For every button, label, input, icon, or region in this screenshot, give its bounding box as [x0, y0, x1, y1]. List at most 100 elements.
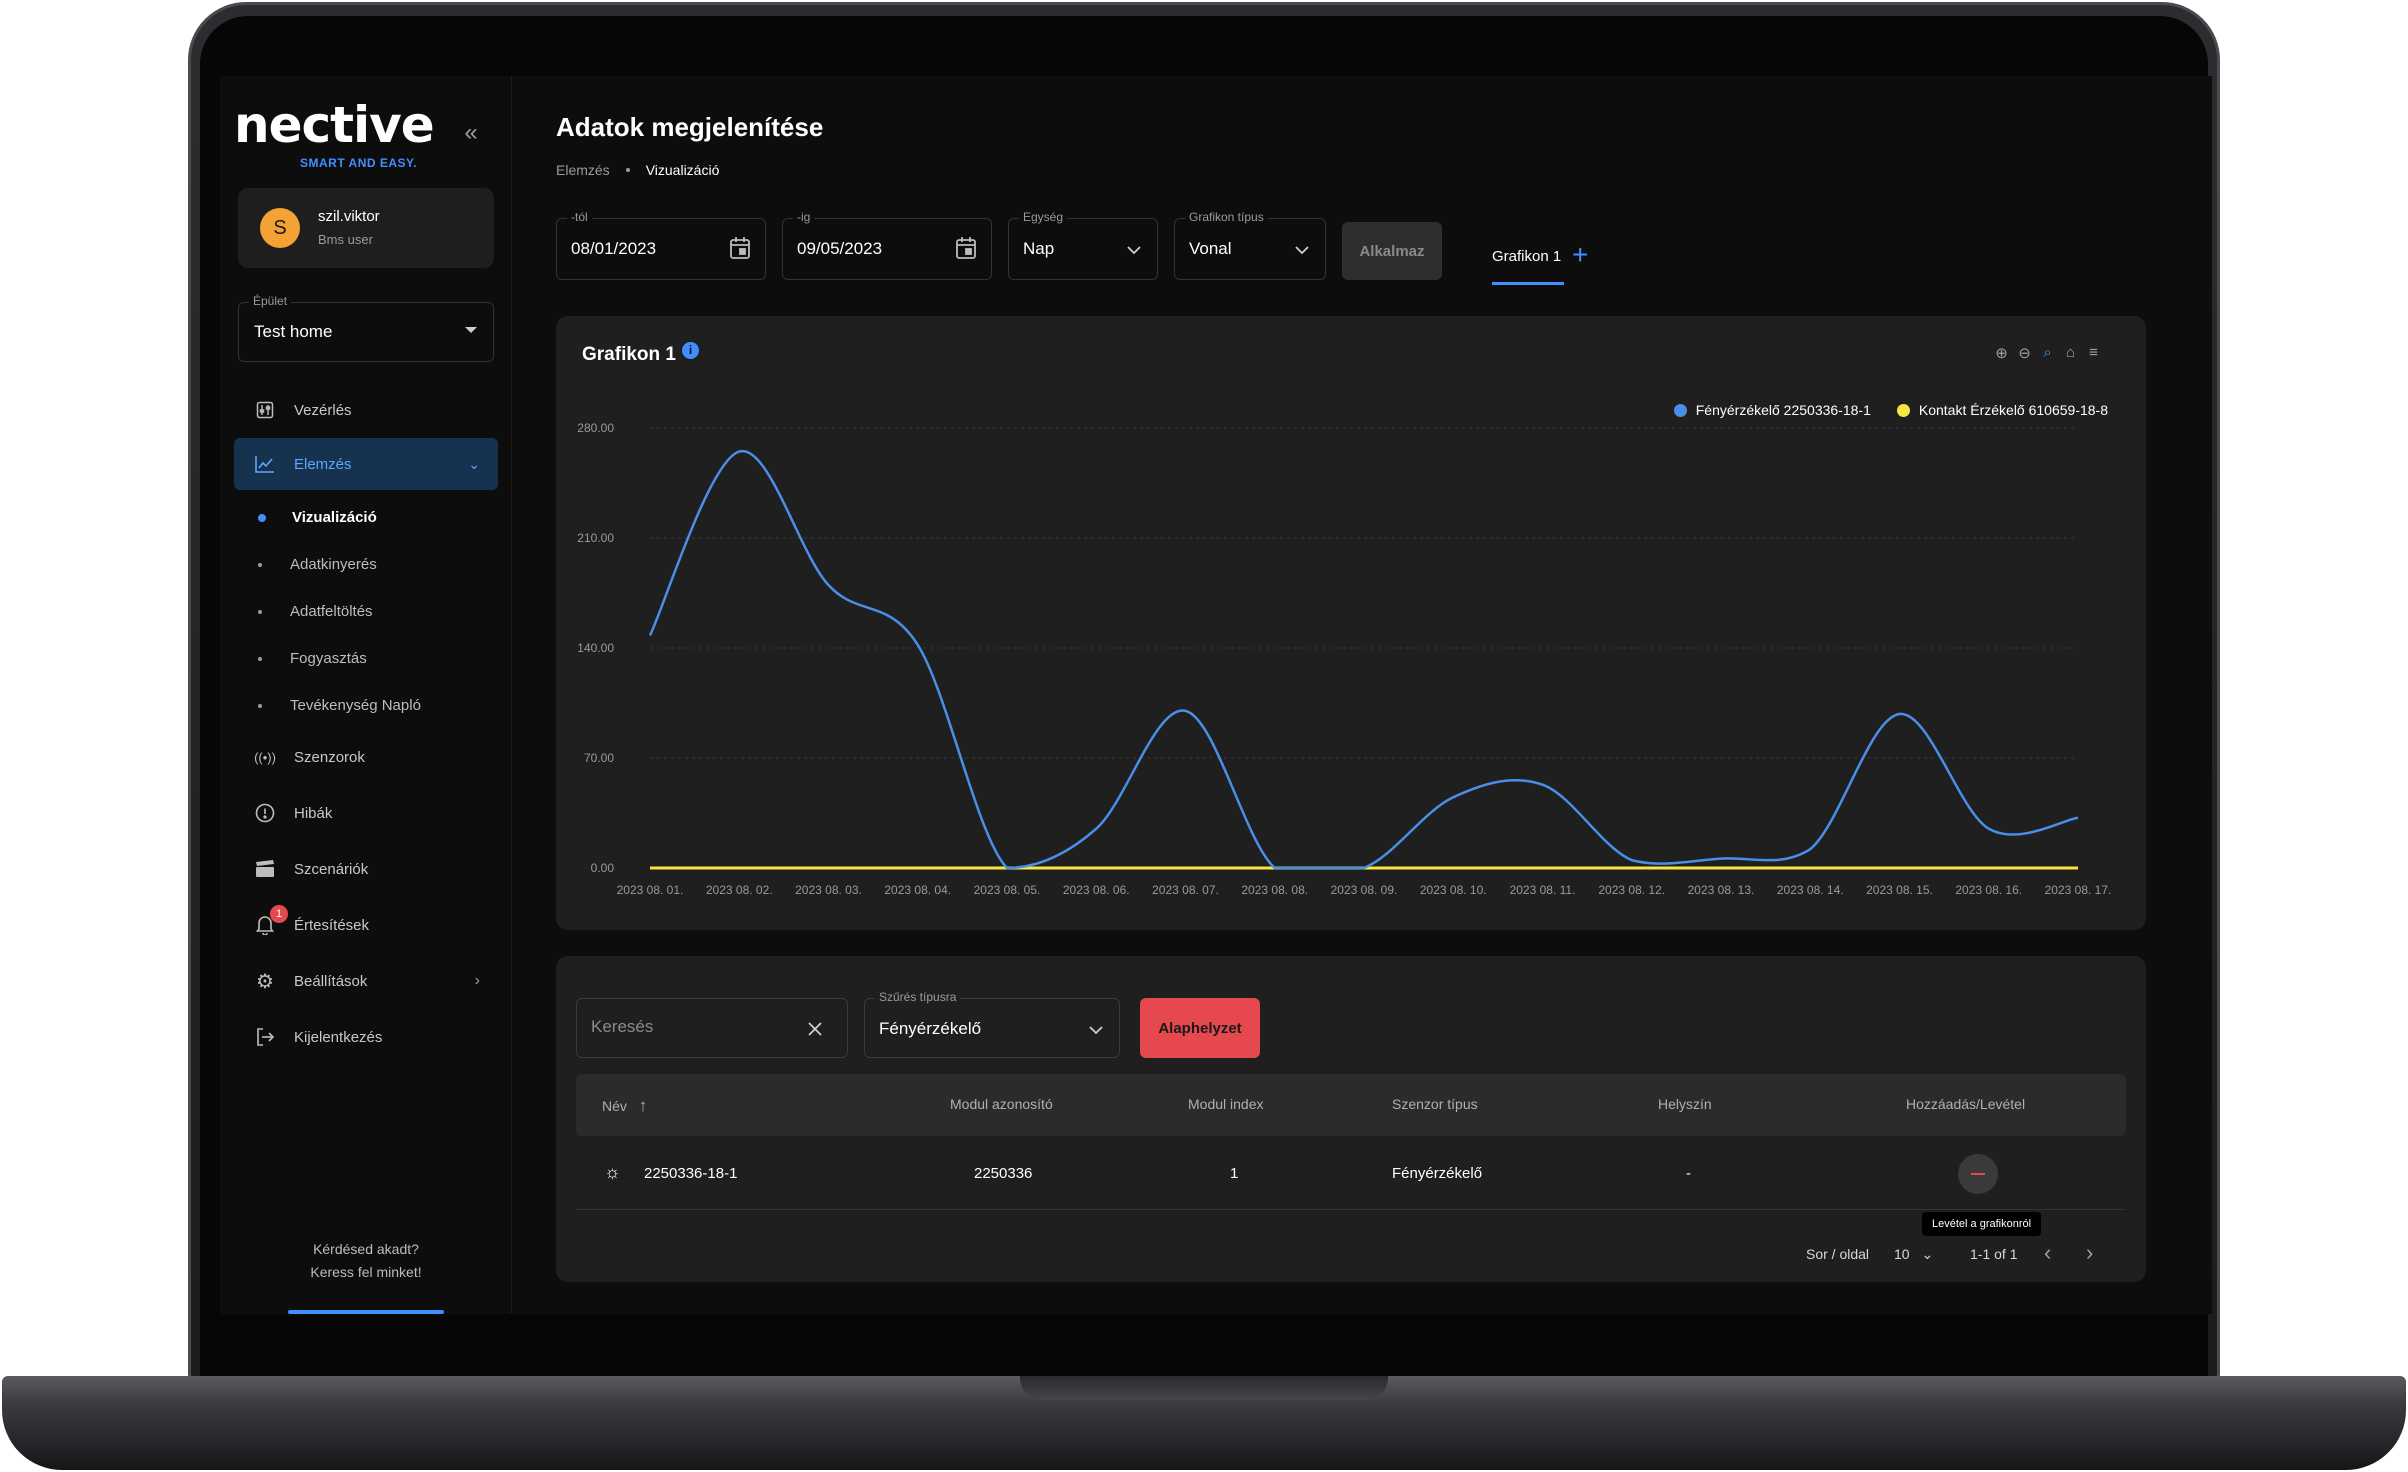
sidebar-item-kijelentkezes[interactable]: Kijelentkezés [234, 1009, 498, 1065]
logo[interactable]: nective SMART AND EASY. [234, 96, 435, 170]
double-chevron-left-icon: « [464, 119, 478, 146]
bullet-dot [258, 656, 262, 661]
page-range: 1-1 of 1 [1970, 1246, 2018, 1262]
chart-type-value: Vonal [1189, 239, 1232, 258]
bullet-dot [258, 703, 262, 708]
rows-per-page-select[interactable]: 10 ⌄ [1894, 1246, 1933, 1263]
prev-page-button[interactable]: ‹ [2044, 1240, 2051, 1266]
calendar-icon[interactable] [955, 236, 977, 260]
type-filter-value: Fényérzékelő [879, 1019, 982, 1038]
add-tab-button[interactable]: + [1572, 238, 1588, 272]
sidebar-item-szenzorok[interactable]: ((•)) Szenzorok [234, 729, 498, 785]
notification-badge: 1 [270, 905, 288, 923]
collapse-sidebar-button[interactable]: « [456, 118, 486, 148]
unit-value: Nap [1023, 239, 1055, 258]
x-tick-label: 2023 08. 03. [795, 883, 862, 897]
building-value: Test home [254, 322, 333, 341]
sort-ascending-icon: ↑ [638, 1096, 648, 1115]
x-tick-label: 2023 08. 14. [1777, 883, 1844, 897]
clapper-icon [254, 858, 276, 880]
sidebar-subitem-fogyasztas[interactable]: Fogyasztás [234, 635, 498, 682]
sidebar: nective SMART AND EASY. « S szil.viktor … [220, 76, 512, 1314]
x-tick-label: 2023 08. 15. [1866, 883, 1933, 897]
remove-from-chart-button[interactable] [1958, 1154, 1998, 1194]
breadcrumb-separator [625, 168, 630, 172]
sidebar-item-beallitasok[interactable]: ⚙ Beállítások › [234, 953, 498, 1009]
building-select[interactable]: Épület Test home [238, 294, 494, 362]
column-header-name[interactable]: Név ↑ [602, 1096, 647, 1116]
column-header-label: Név [602, 1098, 627, 1114]
x-tick-label: 2023 08. 09. [1331, 883, 1398, 897]
sidebar-subitem-tevekenyseg-naplo[interactable]: Tevékenység Napló [234, 682, 498, 729]
logo-tagline: SMART AND EASY. [300, 156, 418, 170]
sidebar-subitem-adatkinyeres[interactable]: Adatkinyerés [234, 541, 498, 588]
x-tick-label: 2023 08. 17. [2045, 883, 2112, 897]
column-header-location[interactable]: Helyszín [1658, 1096, 1712, 1112]
close-icon[interactable] [805, 1019, 825, 1039]
tab-active-indicator [1492, 282, 1564, 285]
sidebar-item-ertesitesek[interactable]: 1 Értesítések [234, 897, 498, 953]
sidebar-subitem-vizualizacio[interactable]: Vizualizáció [234, 494, 498, 541]
sidebar-item-label: Szenzorok [294, 748, 365, 766]
sidebar-item-hibak[interactable]: Hibák [234, 785, 498, 841]
y-tick-label: 140.00 [577, 641, 614, 655]
sidebar-subitem-label: Vizualizáció [292, 509, 377, 526]
breadcrumb-item[interactable]: Elemzés [556, 162, 610, 178]
chart-card: Grafikon 1 i ⊕ ⊖ ⌕ ⌂ ≡ Fényérzékelő 2250… [556, 316, 2146, 930]
date-from-value: 08/01/2023 [571, 239, 657, 258]
sidebar-item-label: Beállítások [294, 972, 368, 990]
sidebar-subitem-label: Tevékenység Napló [290, 697, 421, 714]
help-text[interactable]: Kérdésed akadt? Keress fel minket! [220, 1238, 512, 1284]
date-from-field[interactable]: -tól 08/01/2023 [556, 210, 766, 280]
table-row[interactable]: ☼ 2250336-18-1 2250336 1 Fényérzékelő - … [576, 1138, 2126, 1236]
column-header-sensor-type[interactable]: Szenzor típus [1392, 1096, 1478, 1112]
column-header-module-id[interactable]: Modul azonosító [950, 1096, 1053, 1112]
bullet-dot [258, 609, 262, 614]
laptop-notch [1020, 1376, 1388, 1400]
gear-icon: ⚙ [256, 970, 274, 993]
type-filter-select[interactable]: Szűrés típusra Fényérzékelő [864, 990, 1120, 1058]
sidebar-item-vezerles[interactable]: Vezérlés [234, 382, 498, 438]
table-header: Név ↑ Modul azonosító Modul index Szenzo… [576, 1074, 2126, 1136]
calendar-icon[interactable] [729, 236, 751, 260]
active-dot [258, 513, 266, 522]
chevron-down-icon [1125, 241, 1143, 259]
sidebar-item-label: Kijelentkezés [294, 1028, 383, 1046]
chart-type-select[interactable]: Grafikon típus Vonal [1174, 210, 1326, 280]
reset-button[interactable]: Alaphelyzet [1140, 998, 1260, 1058]
y-tick-label: 280.00 [577, 421, 614, 435]
unit-label: Egység [1019, 210, 1068, 224]
chart-line-icon [254, 453, 276, 475]
series-line [648, 450, 2079, 870]
app-screen: nective SMART AND EASY. « S szil.viktor … [220, 76, 2212, 1314]
apply-button[interactable]: Alkalmaz [1342, 222, 1442, 280]
main-content: Adatok megjelenítése Elemzés Vizualizáci… [556, 76, 2196, 1314]
date-to-label: -ig [793, 210, 815, 224]
sidebar-item-szcenariok[interactable]: Szcenáriók [234, 841, 498, 897]
date-to-field[interactable]: -ig 09/05/2023 [782, 210, 992, 280]
chart-type-label: Grafikon típus [1185, 210, 1268, 224]
search-input[interactable] [591, 1015, 791, 1039]
sidebar-subitem-label: Adatfeltöltés [290, 603, 373, 620]
user-card[interactable]: S szil.viktor Bms user [238, 188, 494, 268]
next-page-button[interactable]: › [2086, 1240, 2093, 1266]
column-header-add-remove[interactable]: Hozzáadás/Levétel [1906, 1096, 2025, 1112]
cell-sensor-type: Fényérzékelő [1392, 1165, 1483, 1182]
x-tick-label: 2023 08. 16. [1955, 883, 2022, 897]
sidebar-subitem-adatfeltoltes[interactable]: Adatfeltöltés [234, 588, 498, 635]
sidebar-item-label: Értesítések [294, 916, 370, 934]
logo-wordmark: nective [234, 96, 435, 154]
building-label: Épület [249, 294, 292, 308]
x-tick-label: 2023 08. 05. [974, 883, 1041, 897]
cell-module-index: 1 [1230, 1165, 1239, 1182]
sidebar-item-label: Szcenáriók [294, 860, 369, 878]
sidebar-item-label: Vezérlés [294, 401, 352, 419]
help-line-1: Kérdésed akadt? [313, 1241, 419, 1257]
column-header-module-index[interactable]: Modul index [1188, 1096, 1264, 1112]
x-tick-label: 2023 08. 06. [1063, 883, 1130, 897]
line-chart: 0.00 70.00 140.00 210.00 280.00 2023 08. 01. 2… [577, 421, 2112, 897]
unit-select[interactable]: Egység Nap [1008, 210, 1158, 280]
tab-grafikon-1[interactable]: Grafikon 1 [1492, 248, 1561, 265]
user-role: Bms user [318, 232, 373, 247]
sidebar-item-elemzes[interactable]: Elemzés ⌄ [234, 438, 498, 490]
